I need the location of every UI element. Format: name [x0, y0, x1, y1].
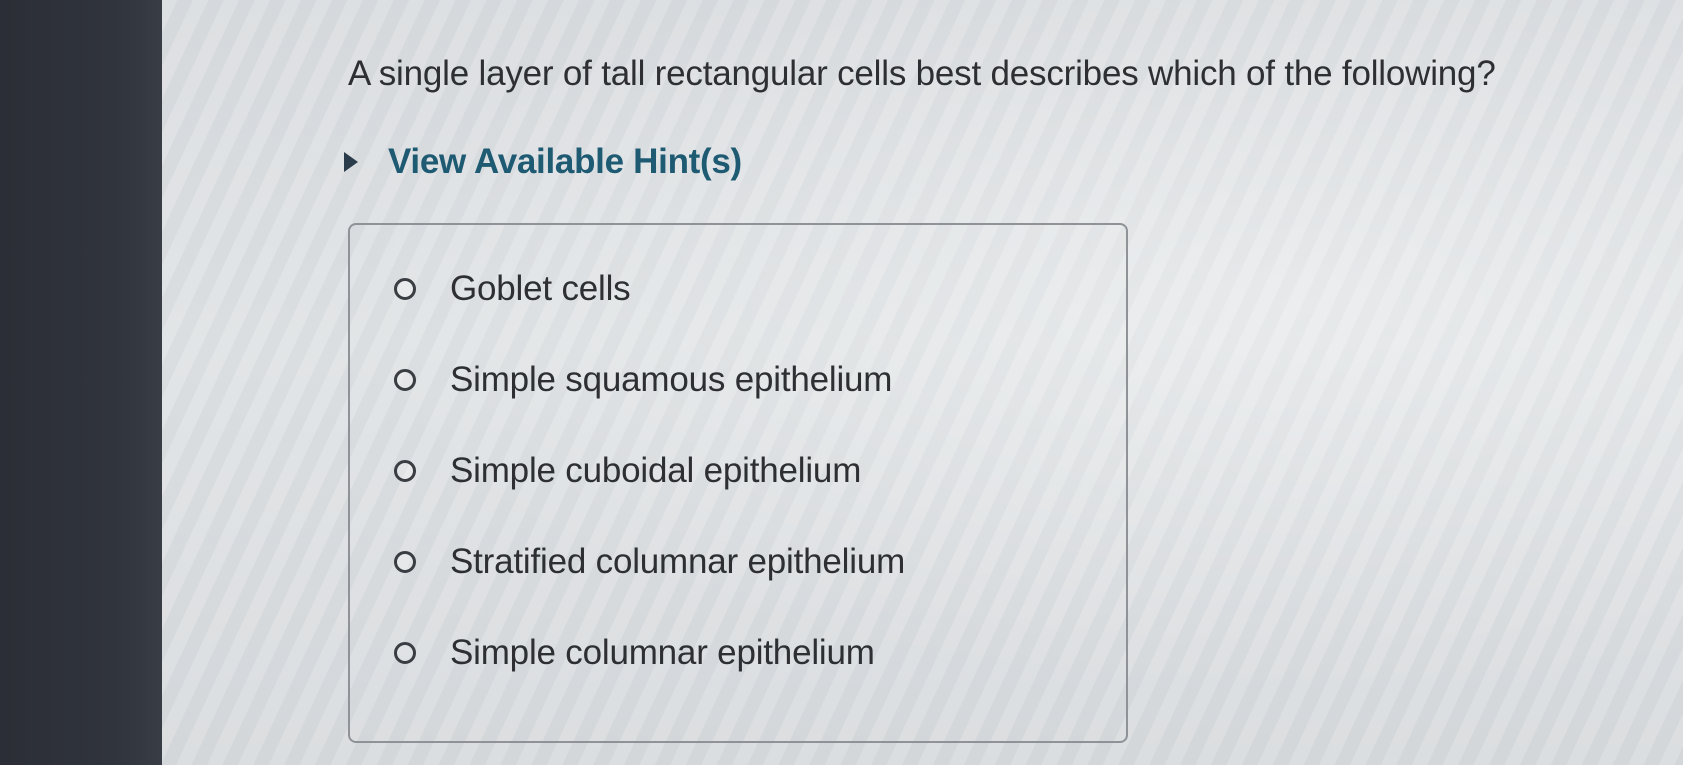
monitor-bezel — [0, 0, 162, 765]
radio-unchecked-icon[interactable] — [394, 551, 416, 573]
answer-option-label: Stratified columnar epithelium — [450, 542, 906, 581]
photo-frame: A single layer of tall rectangular cells… — [0, 0, 1683, 765]
radio-unchecked-icon[interactable] — [394, 460, 416, 482]
question-text: A single layer of tall rectangular cells… — [348, 54, 1496, 93]
view-hints-label: View Available Hint(s) — [388, 142, 742, 181]
radio-unchecked-icon[interactable] — [394, 369, 416, 391]
answer-option-label: Simple columnar epithelium — [450, 633, 875, 672]
answer-option-label: Simple cuboidal epithelium — [450, 451, 862, 490]
caret-right-icon — [344, 152, 358, 172]
answer-option-stratified-columnar[interactable]: Stratified columnar epithelium — [394, 542, 905, 582]
answer-option-simple-cuboidal[interactable]: Simple cuboidal epithelium — [394, 451, 861, 491]
view-hints-toggle[interactable]: View Available Hint(s) — [344, 142, 742, 182]
answer-option-label: Goblet cells — [450, 269, 631, 308]
radio-unchecked-icon[interactable] — [394, 642, 416, 664]
answer-option-goblet-cells[interactable]: Goblet cells — [394, 269, 631, 309]
answer-option-simple-columnar[interactable]: Simple columnar epithelium — [394, 633, 875, 673]
radio-unchecked-icon[interactable] — [394, 278, 416, 300]
answer-option-simple-squamous[interactable]: Simple squamous epithelium — [394, 360, 892, 400]
answer-options-box: Goblet cells Simple squamous epithelium … — [348, 223, 1128, 743]
answer-option-label: Simple squamous epithelium — [450, 360, 893, 399]
